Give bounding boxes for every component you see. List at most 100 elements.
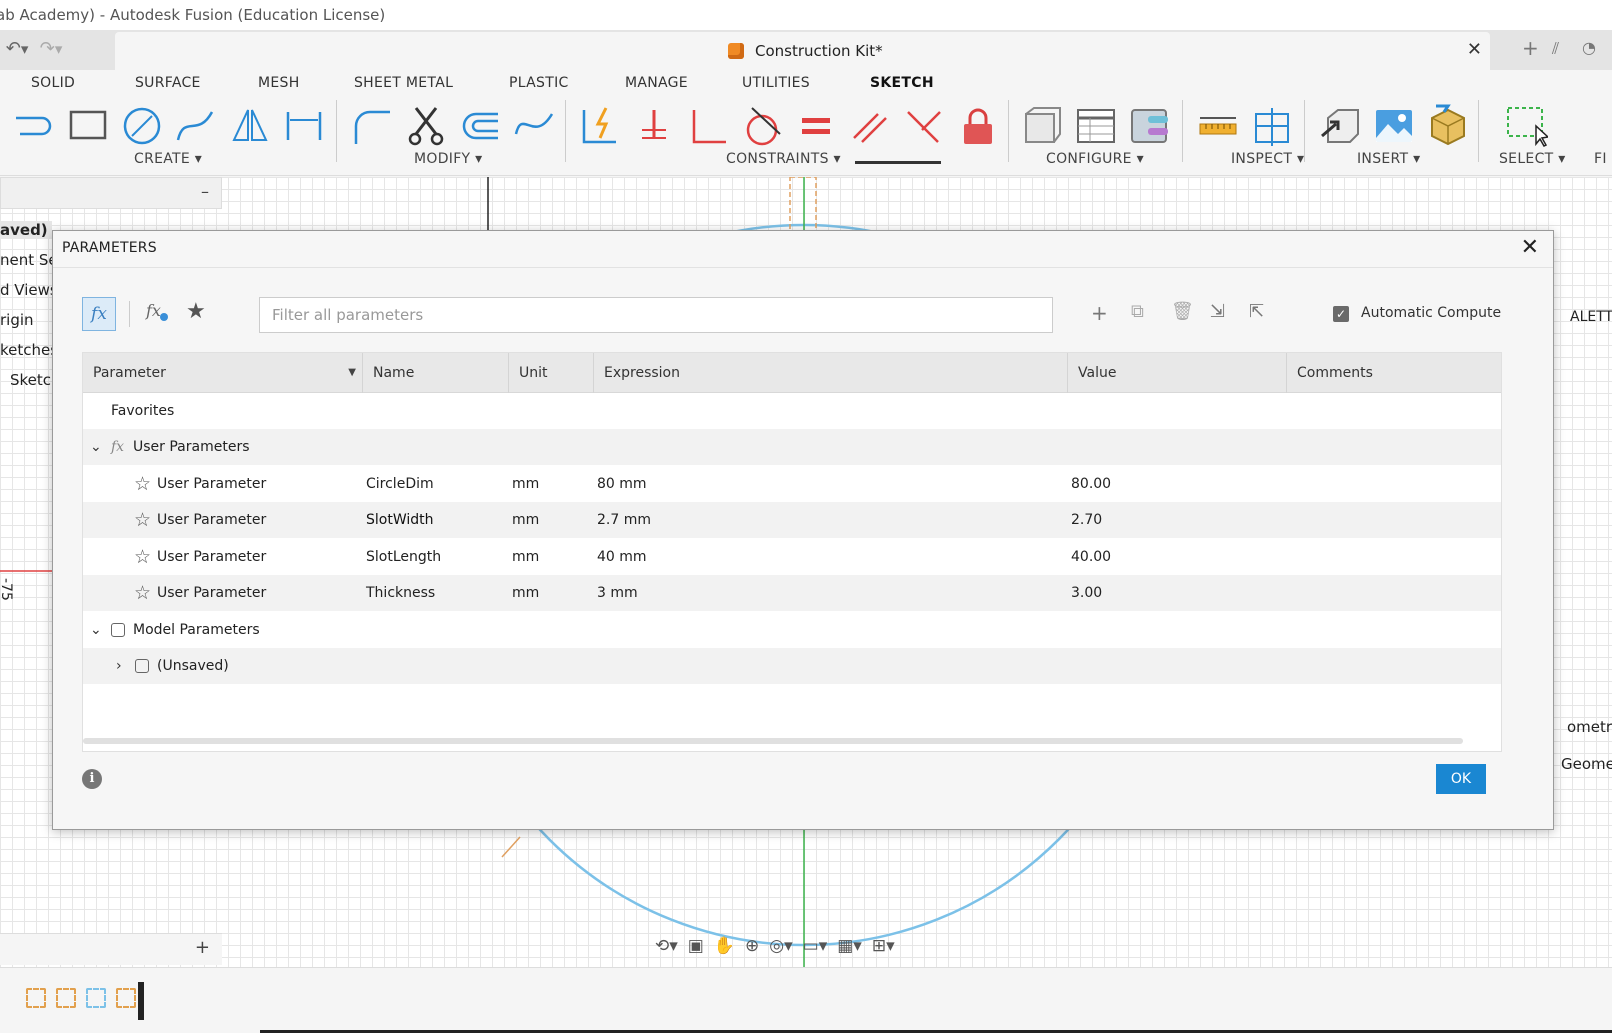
timeline-extrude-icon[interactable] [86,988,106,1008]
add-comment-icon[interactable]: + [195,937,210,958]
tab-manage[interactable]: MANAGE [625,75,688,91]
parameter-name[interactable]: CircleDim [366,466,434,502]
parameter-unit[interactable]: mm [512,502,539,538]
tab-mesh[interactable]: MESH [258,75,300,91]
rectangle-tool-icon[interactable] [66,104,110,148]
configuration-table-icon[interactable] [1074,104,1118,148]
parameter-unit[interactable]: mm [512,466,539,502]
automatic-compute-checkbox[interactable]: ✓ [1333,306,1349,322]
delete-parameter-icon[interactable]: 🗑 [1171,301,1194,322]
redo-icon[interactable]: ↷▾ [34,38,63,59]
section-analysis-icon[interactable] [1250,104,1294,148]
browser-item-named-views[interactable]: d Views [0,281,58,299]
sort-arrow-icon[interactable]: ▼ [348,353,356,393]
browser-item-sketches[interactable]: ketches [0,341,58,359]
copy-parameter-icon[interactable]: ⧉ [1131,301,1144,322]
parameter-expression[interactable]: 2.7 mm [597,502,651,538]
undo-icon[interactable]: ↶▾ [0,38,29,59]
chevron-down-icon[interactable]: ⌄ [90,429,102,465]
tab-sketch[interactable]: SKETCH [870,75,934,91]
user-parameters-group-row[interactable]: ⌄ fx User Parameters [83,429,1501,465]
favorite-star-icon[interactable]: ☆ [134,575,151,611]
insert-menu[interactable]: INSERT ▾ [1357,151,1420,167]
finish-sketch-menu[interactable]: FI [1594,151,1607,167]
unsaved-component-row[interactable]: › (Unsaved) [83,648,1501,684]
column-header-value[interactable]: Value [1068,353,1287,393]
constraints-menu[interactable]: CONSTRAINTS ▾ [726,151,841,167]
perpendicular-constraint-icon[interactable] [686,104,730,148]
new-tab-icon[interactable]: + [1522,36,1539,60]
browser-item-document-settings[interactable]: nent Se [0,251,58,269]
timeline-sketch-icon[interactable] [56,988,76,1008]
measure-tool-icon[interactable] [1196,104,1240,148]
spline-edit-tool-icon[interactable] [512,104,556,148]
favorite-star-icon[interactable]: ☆ [134,466,151,502]
palette-item-geometry[interactable]: Geomet [1561,755,1612,773]
timeline-marker[interactable] [138,982,144,1020]
tab-surface[interactable]: SURFACE [135,75,201,91]
column-header-comments[interactable]: Comments [1287,353,1501,393]
favorites-star-icon[interactable]: ★ [186,299,206,324]
modify-menu[interactable]: MODIFY ▾ [414,151,483,167]
import-parameters-icon[interactable]: ⇲ [1210,301,1225,322]
ok-button[interactable]: OK [1436,764,1486,794]
timeline-sketch-icon[interactable] [26,988,46,1008]
table-row[interactable]: ☆ User Parameter CircleDim mm 80 mm 80.0… [83,466,1501,502]
sketch-palette-label[interactable]: ALETTE [1570,309,1612,325]
auto-constraint-icon[interactable] [578,104,622,148]
display-settings-icon[interactable]: ▭▾ [803,936,828,956]
equal-constraint-icon[interactable] [794,104,838,148]
horizontal-scrollbar[interactable] [83,738,1463,744]
create-menu[interactable]: CREATE ▾ [134,151,202,167]
parameter-expression[interactable]: 80 mm [597,466,647,502]
offset-tool-icon[interactable] [458,104,502,148]
parallel-constraint-icon[interactable] [848,104,892,148]
fit-icon[interactable]: ◎▾ [769,936,792,956]
parameter-name[interactable]: SlotWidth [366,502,434,538]
tab-sheet-metal[interactable]: SHEET METAL [354,75,453,91]
favorite-star-icon[interactable]: ☆ [134,502,151,538]
close-tab-icon[interactable]: ✕ [1467,39,1482,60]
user-parameters-filter-icon[interactable]: fx [146,301,172,327]
parameter-expression[interactable]: 3 mm [597,575,638,611]
column-header-expression[interactable]: Expression [594,353,1068,393]
job-status-icon[interactable]: ◔ [1582,38,1596,57]
document-tab[interactable]: Construction Kit* ✕ [115,32,1490,70]
configure-menu[interactable]: CONFIGURE ▾ [1046,151,1144,167]
all-parameters-fx-icon[interactable]: fx [82,297,116,331]
tab-solid[interactable]: SOLID [31,75,75,91]
parameter-expression[interactable]: 40 mm [597,539,647,575]
table-row[interactable]: ☆ User Parameter SlotLength mm 40 mm 40.… [83,539,1501,575]
inspect-menu[interactable]: INSPECT ▾ [1231,151,1304,167]
palette-item-geometries[interactable]: ometries [1567,718,1612,736]
mirror-tool-icon[interactable] [228,104,272,148]
coincident-constraint-icon[interactable] [632,104,676,148]
insert-canvas-icon[interactable] [1372,104,1416,148]
zoom-icon[interactable]: ⊕ [745,936,759,956]
browser-item-origin[interactable]: rigin [0,311,34,329]
filter-parameters-input[interactable] [259,297,1053,333]
undo-redo-controls[interactable]: ↶▾ ↷▾ [0,38,63,59]
parameter-unit[interactable]: mm [512,575,539,611]
table-row[interactable]: ☆ User Parameter Thickness mm 3 mm 3.00 [83,575,1501,611]
pan-icon[interactable]: ✋ [714,936,735,956]
browser-root-item[interactable]: aved) [0,221,52,239]
add-parameter-icon[interactable]: + [1091,301,1108,325]
line-tool-icon[interactable] [12,104,56,148]
viewports-icon[interactable]: ⊞▾ [872,936,895,956]
timeline-sketch-icon[interactable] [116,988,136,1008]
tab-utilities[interactable]: UTILITIES [742,75,810,91]
close-icon[interactable]: ✕ [1521,235,1539,260]
table-row[interactable]: ☆ User Parameter SlotWidth mm 2.7 mm 2.7… [83,502,1501,538]
tab-plastic[interactable]: PLASTIC [509,75,569,91]
configure-body-icon[interactable] [1020,104,1064,148]
collapse-browser-icon[interactable]: – [201,182,209,201]
export-parameters-icon[interactable]: ⇱ [1249,301,1264,322]
orbit-icon[interactable]: ⟲▾ [655,936,678,956]
data-panel-icon[interactable]: ⫽ [1552,39,1559,59]
circle-tool-icon[interactable] [120,104,164,148]
trim-tool-icon[interactable] [404,104,448,148]
column-header-name[interactable]: Name [363,353,509,393]
spline-tool-icon[interactable] [174,104,218,148]
parameter-name[interactable]: Thickness [366,575,435,611]
